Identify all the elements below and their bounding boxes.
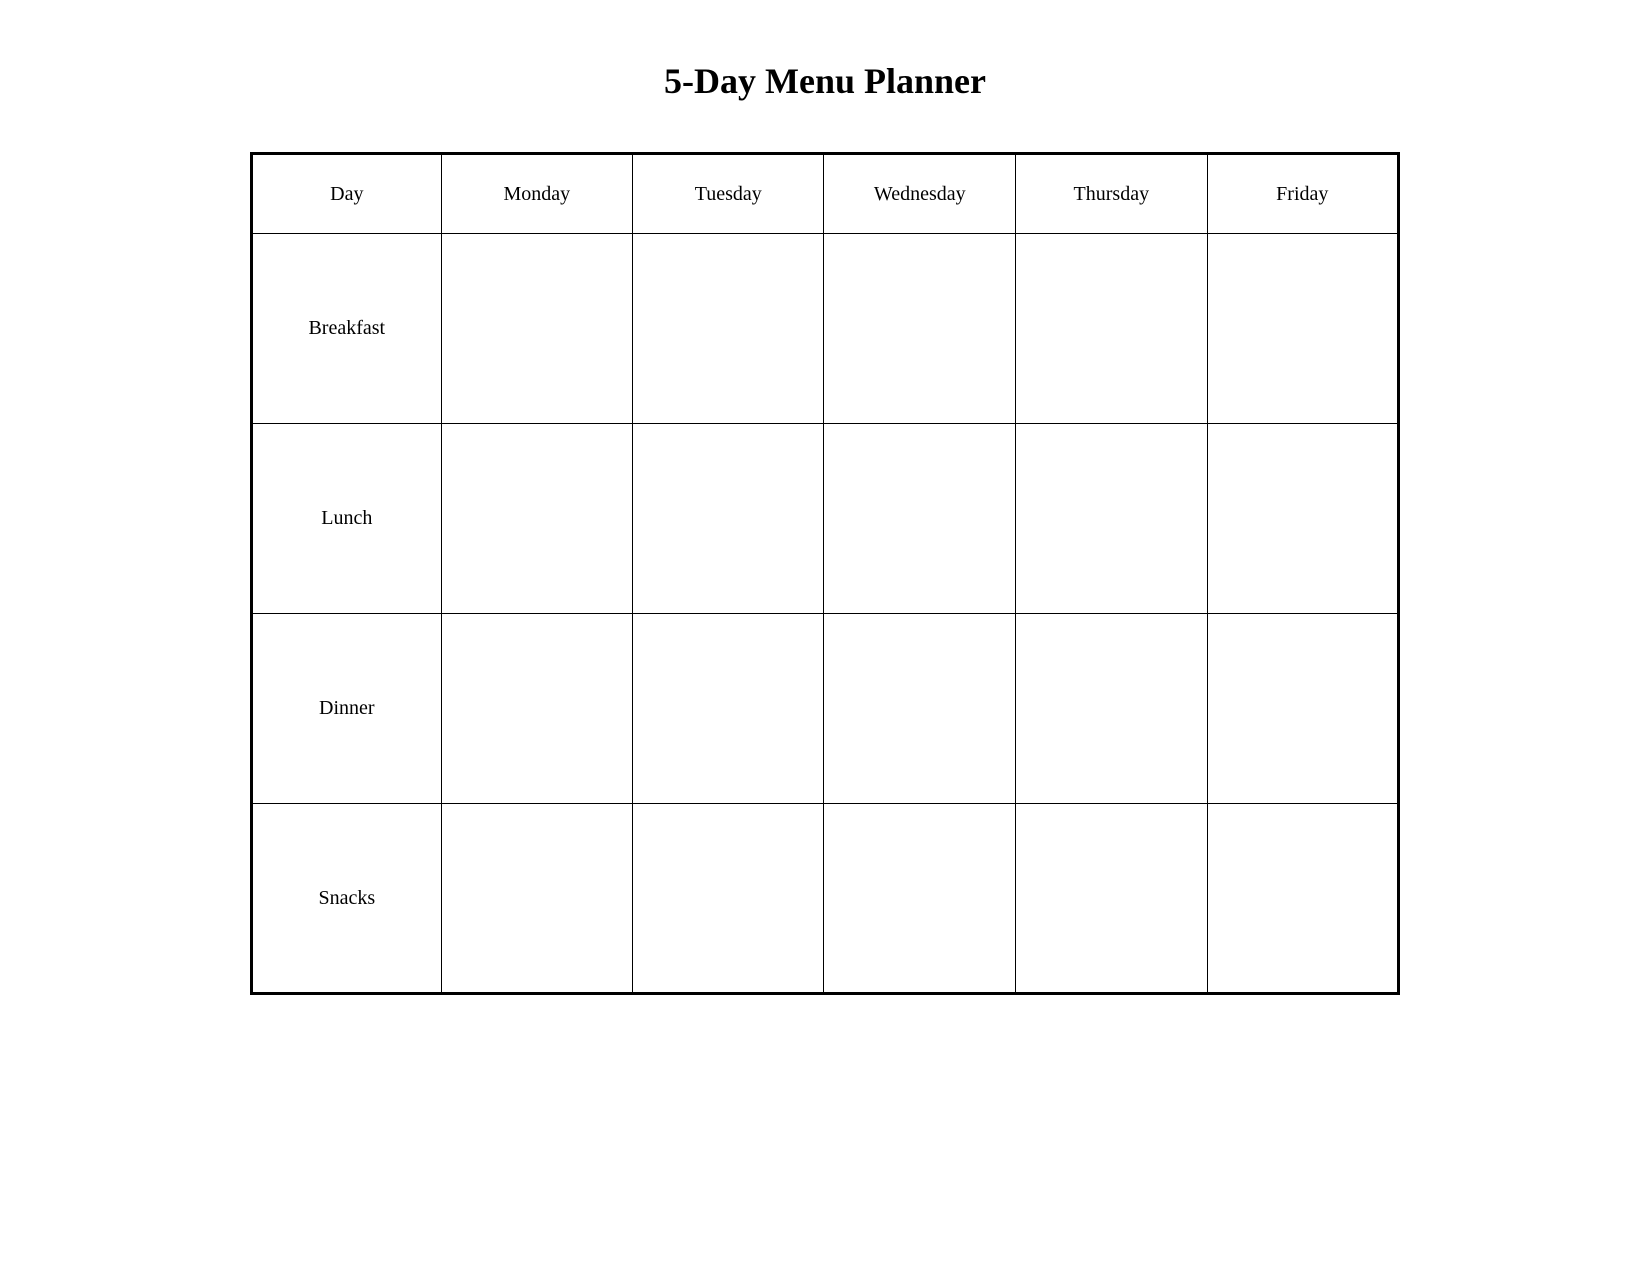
lunch-wednesday[interactable]	[824, 424, 1016, 614]
snacks-friday[interactable]	[1207, 804, 1398, 994]
snacks-row: Snacks	[252, 804, 1399, 994]
snacks-wednesday[interactable]	[824, 804, 1016, 994]
breakfast-row: Breakfast	[252, 234, 1399, 424]
dinner-monday[interactable]	[441, 614, 632, 804]
lunch-monday[interactable]	[441, 424, 632, 614]
dinner-wednesday[interactable]	[824, 614, 1016, 804]
dinner-tuesday[interactable]	[633, 614, 824, 804]
snacks-tuesday[interactable]	[633, 804, 824, 994]
lunch-label: Lunch	[252, 424, 442, 614]
dinner-thursday[interactable]	[1016, 614, 1208, 804]
page-title: 5-Day Menu Planner	[664, 60, 986, 102]
menu-planner-table: Day Monday Tuesday Wednesday Thursday Fr…	[250, 152, 1400, 995]
lunch-thursday[interactable]	[1016, 424, 1208, 614]
dinner-friday[interactable]	[1207, 614, 1398, 804]
breakfast-wednesday[interactable]	[824, 234, 1016, 424]
breakfast-friday[interactable]	[1207, 234, 1398, 424]
snacks-label: Snacks	[252, 804, 442, 994]
wednesday-header: Wednesday	[824, 154, 1016, 234]
thursday-header: Thursday	[1016, 154, 1208, 234]
tuesday-header: Tuesday	[633, 154, 824, 234]
lunch-tuesday[interactable]	[633, 424, 824, 614]
lunch-friday[interactable]	[1207, 424, 1398, 614]
dinner-row: Dinner	[252, 614, 1399, 804]
breakfast-tuesday[interactable]	[633, 234, 824, 424]
day-column-header: Day	[252, 154, 442, 234]
breakfast-label: Breakfast	[252, 234, 442, 424]
breakfast-monday[interactable]	[441, 234, 632, 424]
breakfast-thursday[interactable]	[1016, 234, 1208, 424]
lunch-row: Lunch	[252, 424, 1399, 614]
friday-header: Friday	[1207, 154, 1398, 234]
dinner-label: Dinner	[252, 614, 442, 804]
monday-header: Monday	[441, 154, 632, 234]
snacks-monday[interactable]	[441, 804, 632, 994]
header-row: Day Monday Tuesday Wednesday Thursday Fr…	[252, 154, 1399, 234]
snacks-thursday[interactable]	[1016, 804, 1208, 994]
